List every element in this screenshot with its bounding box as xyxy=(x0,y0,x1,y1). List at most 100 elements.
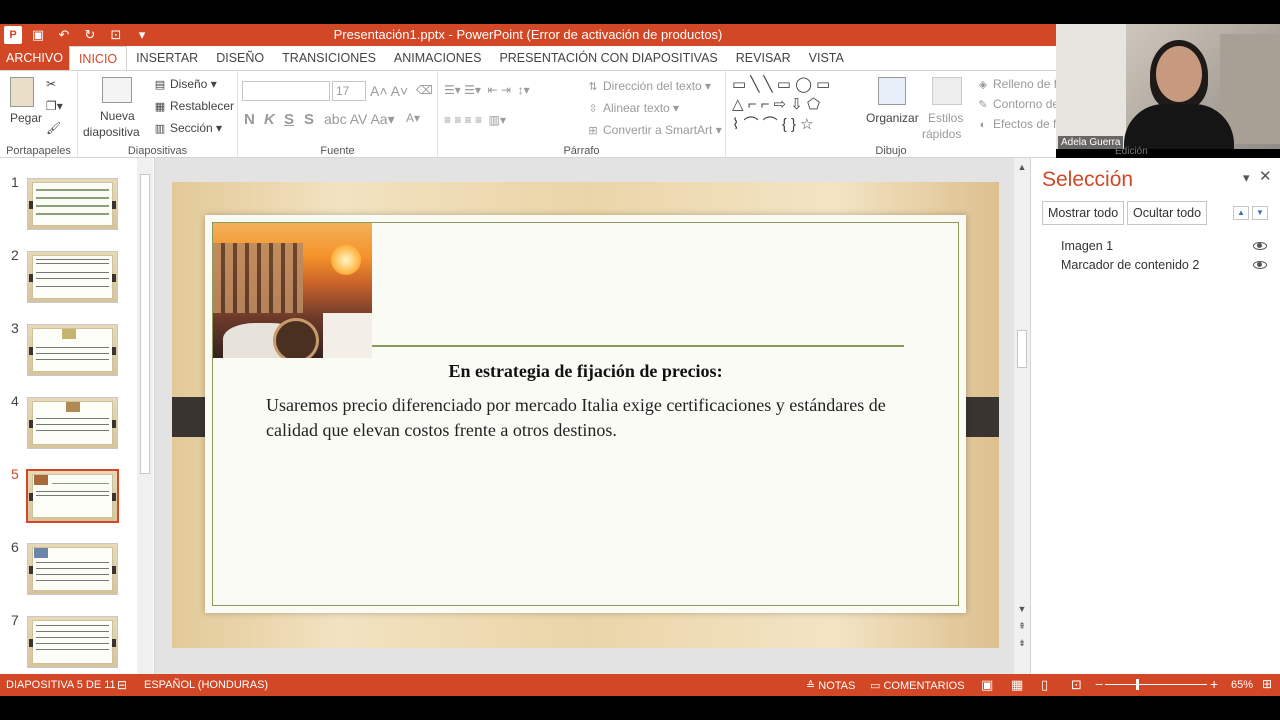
visibility-eye-icon[interactable] xyxy=(1253,242,1267,250)
reset-button[interactable]: ▦ Restablecer xyxy=(153,99,234,114)
comments-button[interactable]: ▭ COMENTARIOS xyxy=(870,679,965,692)
thumbnail-row-4[interactable]: 4 xyxy=(0,377,140,449)
text-direction-button[interactable]: ⇅ Dirección del texto ▾ xyxy=(586,79,711,94)
reading-view-icon[interactable]: ▯ xyxy=(1041,677,1048,693)
slide-heading[interactable]: En estrategia de fijación de precios: xyxy=(205,361,966,382)
visibility-eye-icon[interactable] xyxy=(1253,261,1267,269)
slide-body-text[interactable]: Usaremos precio diferenciado por mercado… xyxy=(266,393,906,443)
bullets-icon[interactable]: ☰▾ ☰▾ ⇤ ⇥ ↕▾ xyxy=(444,83,530,97)
tab-vista[interactable]: VISTA xyxy=(800,46,853,70)
smartart-button[interactable]: ⊞ Convertir a SmartArt ▾ xyxy=(586,123,721,138)
format-painter-icon[interactable]: 🖌 xyxy=(46,121,61,135)
quick-styles-label-2[interactable]: rápidos xyxy=(922,127,961,141)
zoom-slider-thumb[interactable] xyxy=(1136,679,1139,690)
new-slide-label-1[interactable]: Nueva xyxy=(100,109,135,123)
slide-thumbnail[interactable] xyxy=(27,178,118,230)
new-slide-label-2[interactable]: diapositiva xyxy=(83,125,140,139)
clear-format-icon[interactable]: ⌫ xyxy=(416,83,433,97)
selection-item-image-1[interactable]: Imagen 1 xyxy=(1061,239,1113,253)
slide-scroll-thumb[interactable] xyxy=(1017,330,1027,368)
paste-button[interactable]: Pegar xyxy=(10,111,42,125)
font-color-icon[interactable]: A▾ xyxy=(406,111,420,125)
next-slide-icon[interactable]: ⇟ xyxy=(1017,638,1027,649)
align-icons[interactable]: ≡ ≡ ≡ ≡ ▥▾ xyxy=(444,113,506,127)
slide-thumbnail[interactable] xyxy=(27,616,118,668)
slide-sorter-icon[interactable]: ▦ xyxy=(1011,677,1023,693)
slide-thumbnail[interactable] xyxy=(27,543,118,595)
tab-archivo[interactable]: ARCHIVO xyxy=(0,46,69,70)
tab-revisar[interactable]: REVISAR xyxy=(727,46,800,70)
scroll-up-icon[interactable]: ▲ xyxy=(1017,162,1027,172)
slide-scrollbar[interactable]: ▲ ▼ ⇞ ⇟ xyxy=(1014,158,1030,674)
zoom-level[interactable]: 65% xyxy=(1231,679,1253,691)
font-family-input[interactable] xyxy=(242,81,330,101)
paste-icon[interactable] xyxy=(10,77,34,107)
align-text-button[interactable]: ⇳ Alinear texto ▾ xyxy=(586,101,679,116)
thumbnail-row-7[interactable]: 7 xyxy=(0,596,140,668)
shape-outline-button[interactable]: ✎ Contorno de xyxy=(976,97,1059,112)
thumbnail-number: 6 xyxy=(11,539,19,555)
fit-slide-icon[interactable]: ⊞ xyxy=(1262,677,1272,691)
scroll-down-icon[interactable]: ▼ xyxy=(1017,604,1027,614)
move-up-icon[interactable]: ▲ xyxy=(1233,206,1249,220)
thumbnail-row-6[interactable]: 6 xyxy=(0,523,140,595)
strikethrough-icon[interactable]: abc AV Aa▾ xyxy=(324,111,395,128)
slideshow-icon[interactable]: ⊡ xyxy=(1071,677,1082,693)
normal-view-icon[interactable]: ▣ xyxy=(981,677,993,693)
thumbnail-row-5-active[interactable]: 5 xyxy=(0,450,140,523)
previous-slide-icon[interactable]: ⇞ xyxy=(1017,621,1027,632)
underline-button[interactable]: S xyxy=(284,111,294,128)
thumbnail-row-1[interactable]: 1 xyxy=(0,158,140,230)
shape-effects-button[interactable]: ◐ Efectos de fo xyxy=(976,117,1063,132)
slide-thumbnail[interactable] xyxy=(27,397,118,449)
italic-button[interactable]: K xyxy=(264,111,275,128)
quick-styles-label-1[interactable]: Estilos xyxy=(928,111,963,125)
tab-presentacion[interactable]: PRESENTACIÓN CON DIAPOSITIVAS xyxy=(490,46,726,70)
shadow-button[interactable]: S xyxy=(304,111,314,128)
tab-transiciones[interactable]: TRANSICIONES xyxy=(273,46,385,70)
ribbon-tabs: ARCHIVO INICIO INSERTAR DISEÑO TRANSICIO… xyxy=(0,46,1056,70)
cut-icon[interactable]: ✂ xyxy=(46,77,56,91)
slide-image-rome[interactable] xyxy=(213,223,372,358)
slide-thumbnail[interactable] xyxy=(27,324,118,376)
arrange-button[interactable]: Organizar xyxy=(866,111,919,125)
zoom-slider[interactable] xyxy=(1105,684,1207,685)
spellcheck-icon[interactable]: ⊟ xyxy=(117,678,127,692)
thumbnail-number: 2 xyxy=(11,247,19,263)
move-down-icon[interactable]: ▼ xyxy=(1252,206,1268,220)
copy-icon[interactable]: ❐▾ xyxy=(46,99,63,113)
thumbnail-scrollbar[interactable] xyxy=(137,158,153,674)
slide-editor: En estrategia de fijación de precios: Us… xyxy=(157,158,1014,674)
tab-diseno[interactable]: DISEÑO xyxy=(207,46,273,70)
grow-font-icon[interactable]: A˄ A˅ xyxy=(370,83,408,99)
close-icon[interactable]: ✕ xyxy=(1259,167,1272,185)
selection-item-placeholder-2[interactable]: Marcador de contenido 2 xyxy=(1061,258,1199,272)
font-size-input[interactable]: 17 xyxy=(332,81,366,101)
tab-inicio[interactable]: INICIO xyxy=(68,46,128,70)
shapes-gallery[interactable]: ▭ ╲ ╲ ▭ ◯ ▭ △ ⌐ ⌐ ⇨ ⇩ ⬠ ⌇ ⌒ ⌒ { } ☆ xyxy=(732,75,852,135)
arrange-icon[interactable] xyxy=(878,77,906,105)
section-button[interactable]: ▥ Sección ▾ xyxy=(153,121,222,136)
bold-button[interactable]: N xyxy=(244,111,255,128)
shape-fill-button[interactable]: ◈ Relleno de fo xyxy=(976,77,1064,92)
tab-insertar[interactable]: INSERTAR xyxy=(127,46,207,70)
quick-styles-icon[interactable] xyxy=(932,77,962,105)
show-all-button[interactable]: Mostrar todo xyxy=(1042,201,1125,225)
slide-thumbnail[interactable] xyxy=(27,251,118,303)
thumbnail-row-2[interactable]: 2 xyxy=(0,231,140,303)
thumbnail-scroll-thumb[interactable] xyxy=(140,174,150,474)
layout-button[interactable]: ▤ Diseño ▾ xyxy=(153,77,217,92)
zoom-in-icon[interactable]: + xyxy=(1210,676,1218,692)
pane-options-icon[interactable]: ▾ xyxy=(1243,170,1250,186)
new-slide-icon[interactable] xyxy=(102,77,132,103)
current-slide[interactable]: En estrategia de fijación de precios: Us… xyxy=(172,182,999,648)
tab-animaciones[interactable]: ANIMACIONES xyxy=(385,46,491,70)
hide-all-button[interactable]: Ocultar todo xyxy=(1127,201,1208,225)
thumbnail-number: 5 xyxy=(11,466,19,482)
notes-button[interactable]: ≙ NOTAS xyxy=(806,679,855,692)
thumbnail-row-3[interactable]: 3 xyxy=(0,304,140,376)
slide-thumbnail-active[interactable] xyxy=(26,469,119,523)
language-indicator[interactable]: ESPAÑOL (HONDURAS) xyxy=(144,679,268,691)
slide-thumbnail-pane: 1 2 3 4 5 6 7 xyxy=(0,158,155,674)
zoom-out-icon[interactable]: − xyxy=(1095,676,1103,692)
